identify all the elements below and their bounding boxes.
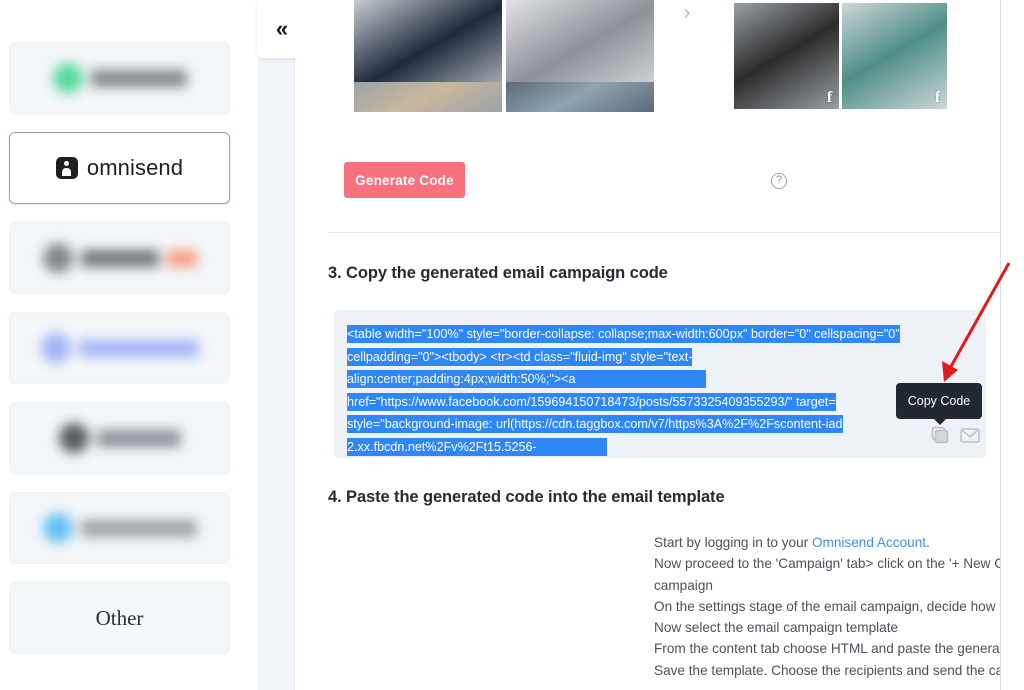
logo-wordmark	[80, 519, 197, 537]
ugc-image	[354, 82, 502, 112]
omnisend-account-link[interactable]: Omnisend Account	[812, 535, 926, 550]
logo-mark-icon	[42, 243, 73, 273]
logo-mark-icon	[42, 513, 73, 543]
logo-wordmark	[90, 69, 187, 87]
logo-wordmark	[96, 429, 181, 447]
logo-wordmark	[80, 249, 159, 267]
code-line: align:center;padding:4px;width:50%;"><a	[347, 368, 977, 391]
instruction-1-suffix: .	[926, 535, 930, 550]
sidebar-item-label: omnisend	[86, 155, 184, 180]
copy-code-tooltip: Copy Code	[896, 383, 982, 425]
sidebar-item-integration-5[interactable]	[9, 402, 230, 474]
instruction-line-1: Start by logging in to your Omnisend Acc…	[654, 532, 1000, 553]
facebook-source-icon: f	[934, 89, 941, 106]
chevron-right-icon[interactable]: ›	[676, 2, 698, 26]
ugc-tile-5[interactable]: f	[734, 3, 839, 109]
sidebar-item-label: Other	[95, 605, 144, 630]
ugc-tile-4[interactable]	[506, 82, 654, 112]
logo-mark-icon	[52, 63, 83, 93]
instruction-line-3: On the settings stage of the email campa…	[654, 598, 1000, 614]
panel-divider-strip	[258, 0, 295, 690]
ugc-tile-3[interactable]	[354, 82, 502, 112]
redacted-logo	[58, 423, 181, 453]
sidebar-item-integration-6[interactable]	[9, 492, 230, 564]
copy-icon[interactable]	[929, 424, 951, 446]
logo-mark-icon	[40, 333, 71, 363]
integration-sidebar: omnisend Other	[0, 0, 258, 690]
generated-code-box[interactable]: <table width="100%" style="border-collap…	[334, 310, 986, 458]
page-root: omnisendOther « ffff › Generate Code ? 3…	[0, 0, 1024, 690]
sidebar-item-integration-4[interactable]	[9, 312, 230, 384]
redacted-logo	[42, 243, 197, 273]
generate-code-button[interactable]: Generate Code	[344, 162, 465, 198]
logo-wordmark-accent	[166, 249, 197, 267]
step3-heading: 3. Copy the generated email campaign cod…	[328, 264, 668, 282]
right-gutter	[1001, 0, 1024, 690]
instruction-1-prefix: Start by logging in to your	[654, 535, 812, 550]
logo-wordmark	[78, 339, 199, 357]
ugc-tile-6[interactable]: f	[842, 3, 947, 109]
step4-heading: 4. Paste the generated code into the ema…	[328, 488, 725, 506]
redacted-logo	[40, 333, 199, 363]
code-line: style="background-image: url(https://cdn…	[347, 415, 843, 433]
instruction-line-4: Now select the email campaign template	[654, 620, 899, 636]
ugc-image	[506, 82, 654, 112]
sidebar-item-other[interactable]: Other	[9, 582, 230, 654]
sidebar-item-omnisend[interactable]: omnisend	[9, 132, 230, 204]
facebook-source-icon: f	[826, 89, 833, 106]
instruction-line-2: Now proceed to the 'Campaign' tab> click…	[654, 556, 1000, 593]
instruction-line-5: From the content tab choose HTML and pas…	[654, 641, 1000, 657]
redacted-logo	[42, 513, 197, 543]
omnisend-logo: omnisend	[55, 155, 184, 181]
code-line: cellpadding="0"><tbody> <tr><td class="f…	[347, 347, 693, 366]
double-chevron-left-icon: «	[275, 16, 288, 41]
omnisend-mark-icon	[55, 157, 78, 179]
generated-code-text: <table width="100%" style="border-collap…	[347, 323, 977, 458]
logo-mark-icon	[58, 423, 89, 453]
question-mark-icon[interactable]: ?	[771, 173, 787, 189]
step4-instructions: Start by logging in to your Omnisend Acc…	[654, 532, 1000, 681]
code-line: 2.xx.fbcdn.net%2Fv%2Ft15.5256-	[347, 436, 977, 459]
section-divider	[328, 232, 1000, 233]
ugc-gallery: ffff	[344, 0, 984, 112]
redacted-logo	[52, 63, 187, 93]
sidebar-item-integration-3[interactable]	[9, 222, 230, 294]
sidebar-item-integration-1[interactable]	[9, 42, 230, 114]
instruction-line-6: Save the template. Choose the recipients…	[654, 662, 1000, 678]
mail-icon[interactable]	[959, 424, 981, 446]
code-line: href="https://www.facebook.com/159694150…	[347, 392, 836, 411]
code-line: <table width="100%" style="border-collap…	[347, 325, 900, 343]
